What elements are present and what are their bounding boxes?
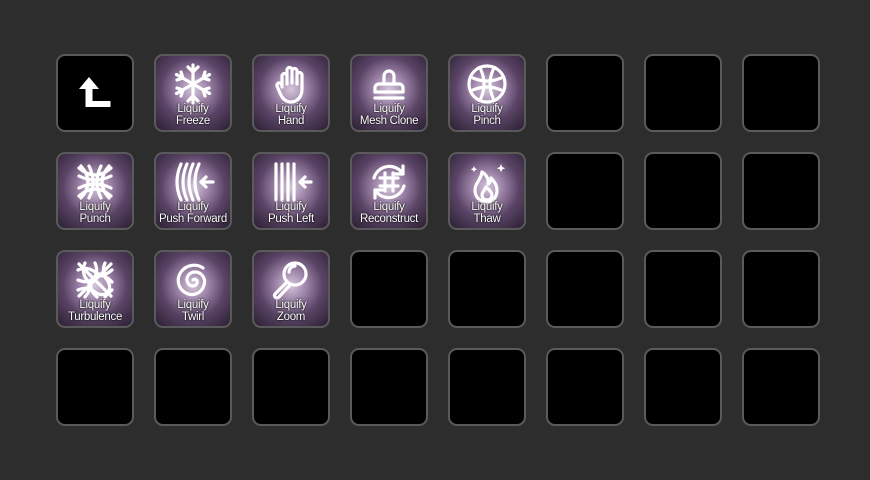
empty-key[interactable] <box>742 54 820 132</box>
hand-icon <box>269 62 313 106</box>
liquify-push-forward-button[interactable]: Liquify Push Forward <box>154 152 232 230</box>
key-label: Liquify Twirl <box>177 299 209 323</box>
snowflake-icon <box>171 62 215 106</box>
liquify-reconstruct-button[interactable]: Liquify Reconstruct <box>350 152 428 230</box>
empty-key[interactable] <box>154 348 232 426</box>
back-arrow-icon <box>79 77 111 107</box>
liquify-push-left-button[interactable]: Liquify Push Left <box>252 152 330 230</box>
stream-deck-grid: Liquify Freeze Liquify Hand Liquify Mesh Cl… <box>56 54 820 426</box>
key-label: Liquify Mesh Clone <box>359 103 419 127</box>
liquify-twirl-button[interactable]: Liquify Twirl <box>154 250 232 328</box>
empty-key[interactable] <box>644 250 722 328</box>
magnifier-icon <box>269 258 313 302</box>
empty-key[interactable] <box>742 348 820 426</box>
punch-icon <box>73 160 117 204</box>
empty-key[interactable] <box>350 348 428 426</box>
liquify-turbulence-button[interactable]: Liquify Turbulence <box>56 250 134 328</box>
empty-key[interactable] <box>644 152 722 230</box>
empty-key[interactable] <box>644 348 722 426</box>
empty-key[interactable] <box>546 348 624 426</box>
key-label: Liquify Thaw <box>471 201 503 225</box>
liquify-pinch-button[interactable]: Liquify Pinch <box>448 54 526 132</box>
empty-key[interactable] <box>546 152 624 230</box>
key-label: Liquify Punch <box>79 201 111 225</box>
empty-key[interactable] <box>350 250 428 328</box>
liquify-punch-button[interactable]: Liquify Punch <box>56 152 134 230</box>
key-label: Liquify Freeze <box>176 103 210 127</box>
liquify-mesh-clone-button[interactable]: Liquify Mesh Clone <box>350 54 428 132</box>
empty-key[interactable] <box>644 54 722 132</box>
pinch-icon <box>465 62 509 106</box>
empty-key[interactable] <box>546 54 624 132</box>
empty-key[interactable] <box>742 250 820 328</box>
liquify-zoom-button[interactable]: Liquify Zoom <box>252 250 330 328</box>
empty-key[interactable] <box>448 348 526 426</box>
key-label: Liquify Hand <box>275 103 307 127</box>
empty-key[interactable] <box>56 348 134 426</box>
stamp-icon <box>367 62 411 106</box>
back-button[interactable] <box>56 54 134 132</box>
key-label: Liquify Pinch <box>471 103 503 127</box>
reconstruct-icon <box>367 160 411 204</box>
empty-key[interactable] <box>546 250 624 328</box>
empty-key[interactable] <box>252 348 330 426</box>
liquify-hand-button[interactable]: Liquify Hand <box>252 54 330 132</box>
key-label: Liquify Reconstruct <box>359 201 419 225</box>
liquify-freeze-button[interactable]: Liquify Freeze <box>154 54 232 132</box>
turbulence-icon <box>73 258 117 302</box>
push-left-icon <box>269 160 313 204</box>
key-label: Liquify Turbulence <box>67 299 123 323</box>
key-label: Liquify Zoom <box>275 299 307 323</box>
empty-key[interactable] <box>448 250 526 328</box>
push-forward-icon <box>171 160 215 204</box>
key-label: Liquify Push Forward <box>159 201 227 225</box>
liquify-thaw-button[interactable]: Liquify Thaw <box>448 152 526 230</box>
empty-key[interactable] <box>742 152 820 230</box>
key-label: Liquify Push Left <box>268 201 314 225</box>
flame-icon <box>465 160 509 204</box>
spiral-icon <box>171 258 215 302</box>
